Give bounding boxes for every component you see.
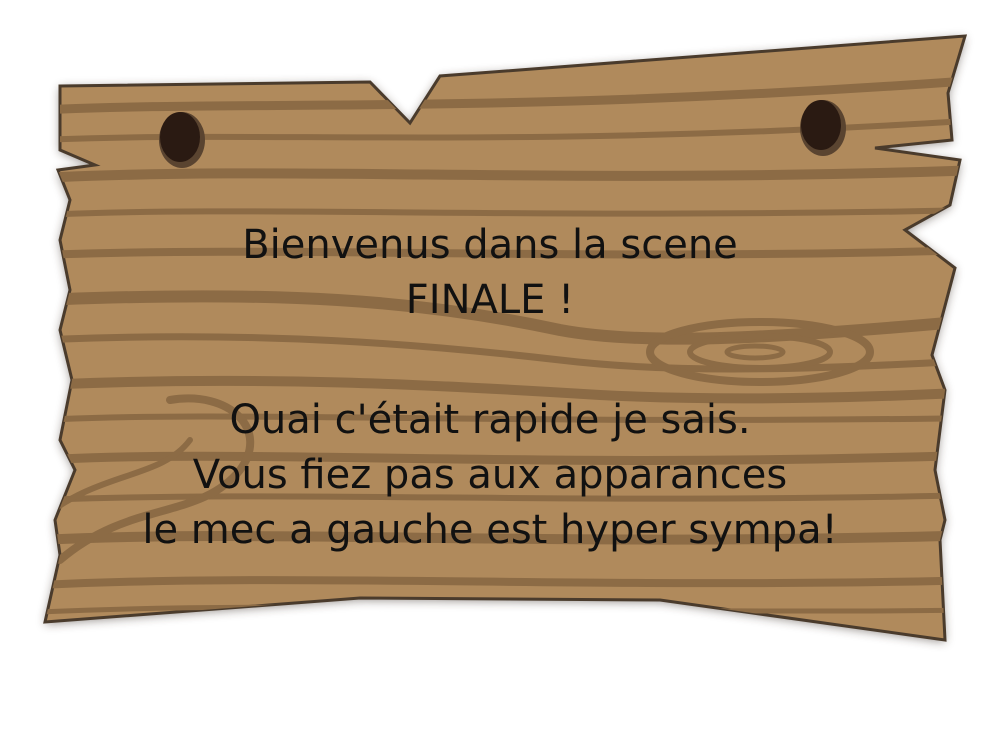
sign-scene: Bienvenus dans la scene FINALE ! Ouai c'… <box>0 0 1000 744</box>
sign-line-spacer <box>100 328 880 393</box>
sign-line-welcome: Bienvenus dans la scene <box>242 222 738 268</box>
nail-hole-right <box>800 100 846 156</box>
sign-line-nice-guy: le mec a gauche est hyper sympa! <box>142 507 838 553</box>
sign-line-finale: FINALE ! <box>405 277 575 323</box>
sign-message: Bienvenus dans la scene FINALE ! Ouai c'… <box>100 218 880 558</box>
nail-hole-left <box>159 112 205 168</box>
sign-line-quick: Ouai c'était rapide je sais. <box>229 397 751 443</box>
sign-line-appearances: Vous fiez pas aux apparances <box>192 452 788 498</box>
